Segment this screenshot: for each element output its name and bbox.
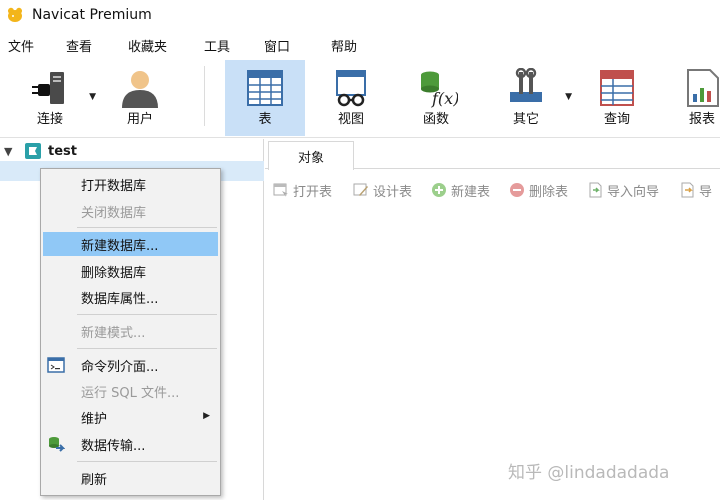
submenu-arrow-icon: ▶ (203, 411, 210, 421)
view-button[interactable]: 视图 (311, 60, 391, 136)
view-label: 视图 (337, 112, 364, 127)
function-button[interactable]: f(x) 函数 (396, 60, 476, 136)
menu-delete-database[interactable]: 删除数据库 (43, 259, 218, 283)
console-icon (47, 357, 65, 373)
menu-close-database-label: 关闭数据库 (81, 205, 147, 221)
other-dropdown-icon[interactable]: ▼ (565, 92, 572, 102)
other-button[interactable]: 其它 ▼ (486, 60, 572, 136)
new-table-button[interactable]: 新建表 (431, 181, 491, 200)
menu-open-database-label: 打开数据库 (81, 178, 147, 194)
menu-separator (77, 227, 217, 228)
open-table-button[interactable]: 打开表 (273, 181, 333, 200)
menu-maintain[interactable]: 维护 ▶ (43, 405, 218, 429)
export-wizard-button[interactable]: 导 (679, 181, 713, 200)
watermark-text: 知乎 @lindadadada (508, 463, 670, 483)
connect-dropdown-icon[interactable]: ▼ (89, 92, 96, 102)
menu-separator (77, 348, 217, 349)
open-table-label: 打开表 (293, 184, 333, 200)
menu-data-transfer[interactable]: 数据传输... (43, 432, 218, 456)
database-context-menu: 打开数据库 关闭数据库 新建数据库... 删除数据库 数据库属性... 新建模式… (40, 168, 221, 496)
toolbar-separator (204, 66, 205, 126)
data-transfer-icon (49, 437, 65, 452)
menu-tools[interactable]: 工具 (204, 36, 230, 55)
query-button[interactable]: 查询 (577, 60, 657, 136)
user-label: 用户 (126, 112, 153, 127)
menu-data-transfer-label: 数据传输... (81, 438, 146, 454)
menu-new-schema-label: 新建模式... (81, 325, 146, 341)
tab-objects[interactable]: 对象 (268, 141, 354, 170)
new-table-label: 新建表 (451, 184, 491, 200)
connection-plug-icon (32, 72, 64, 104)
other-label: 其它 (512, 112, 539, 127)
design-table-button[interactable]: 设计表 (353, 181, 413, 200)
connection-icon (25, 143, 41, 159)
export-wizard-label: 导 (699, 184, 713, 200)
menu-separator (77, 314, 217, 315)
query-label: 查询 (603, 112, 630, 127)
window-title: Navicat Premium (32, 7, 152, 23)
table-grid-icon (247, 70, 283, 106)
open-table-icon (273, 183, 288, 197)
tree-root-label: test (48, 143, 77, 159)
menu-help[interactable]: 帮助 (331, 36, 357, 55)
navicat-logo-icon (8, 7, 22, 22)
minus-circle-icon (510, 183, 524, 197)
menu-run-sql-file-label: 运行 SQL 文件... (81, 385, 180, 401)
menu-separator (77, 461, 217, 462)
menu-new-database[interactable]: 新建数据库... (43, 232, 218, 256)
menu-close-database[interactable]: 关闭数据库 (43, 199, 218, 223)
report-button[interactable]: 报表 (662, 60, 720, 136)
function-fx-icon: f(x) (421, 71, 458, 108)
menu-maintain-label: 维护 (81, 411, 108, 427)
menu-refresh[interactable]: 刷新 (43, 466, 218, 490)
import-wizard-button[interactable]: 导入向导 (587, 181, 660, 200)
view-glasses-icon (336, 70, 366, 107)
title-bar: Navicat Premium (0, 0, 720, 30)
export-icon (681, 182, 694, 198)
menu-open-database[interactable]: 打开数据库 (43, 172, 218, 196)
menu-file[interactable]: 文件 (8, 36, 34, 55)
delete-table-button[interactable]: 删除表 (509, 181, 569, 200)
menu-command-console[interactable]: 命令列介面... (43, 353, 218, 377)
menu-new-schema[interactable]: 新建模式... (43, 319, 218, 343)
menu-bar: 文件 查看 收藏夹 工具 窗口 帮助 (0, 30, 720, 58)
import-icon (589, 182, 602, 198)
connect-button[interactable]: 连接 ▼ (10, 60, 96, 136)
menu-new-database-label: 新建数据库... (81, 238, 159, 254)
table-label: 表 (258, 112, 272, 127)
user-icon (122, 71, 158, 108)
menu-run-sql-file[interactable]: 运行 SQL 文件... (43, 379, 218, 403)
design-table-icon (353, 183, 368, 196)
menu-delete-database-label: 删除数据库 (81, 265, 147, 281)
tree-connection-test[interactable]: ▼ test (4, 141, 77, 161)
menu-database-properties[interactable]: 数据库属性... (43, 285, 218, 309)
chevron-down-icon[interactable]: ▼ (4, 145, 18, 158)
menu-refresh-label: 刷新 (81, 472, 108, 488)
main-toolbar: 连接 ▼ 用户 表 视图 f(x) 函数 其它 ▼ 查询 报表 (0, 58, 720, 138)
function-label: 函数 (422, 112, 449, 127)
tools-wrench-icon (510, 68, 542, 102)
menu-database-properties-label: 数据库属性... (81, 291, 159, 307)
object-pane: 对象 打开表 设计表 新建表 删除表 导入向导 导 (265, 139, 720, 500)
menu-window[interactable]: 窗口 (264, 36, 290, 55)
report-chart-icon (687, 69, 719, 107)
svg-text:f(x): f(x) (431, 89, 458, 108)
menu-view[interactable]: 查看 (66, 36, 92, 55)
plus-circle-icon (432, 183, 446, 197)
tab-bar: 对象 (265, 139, 720, 170)
object-toolbar: 打开表 设计表 新建表 删除表 导入向导 导 (265, 177, 720, 203)
report-label: 报表 (688, 112, 715, 127)
design-table-label: 设计表 (373, 184, 413, 200)
table-button[interactable]: 表 (225, 60, 305, 136)
user-button[interactable]: 用户 (100, 60, 180, 136)
menu-favorites[interactable]: 收藏夹 (128, 36, 167, 55)
query-table-icon (600, 70, 634, 106)
connect-label: 连接 (36, 112, 63, 127)
menu-command-console-label: 命令列介面... (81, 359, 159, 375)
import-wizard-label: 导入向导 (607, 184, 660, 200)
delete-table-label: 删除表 (529, 184, 569, 200)
